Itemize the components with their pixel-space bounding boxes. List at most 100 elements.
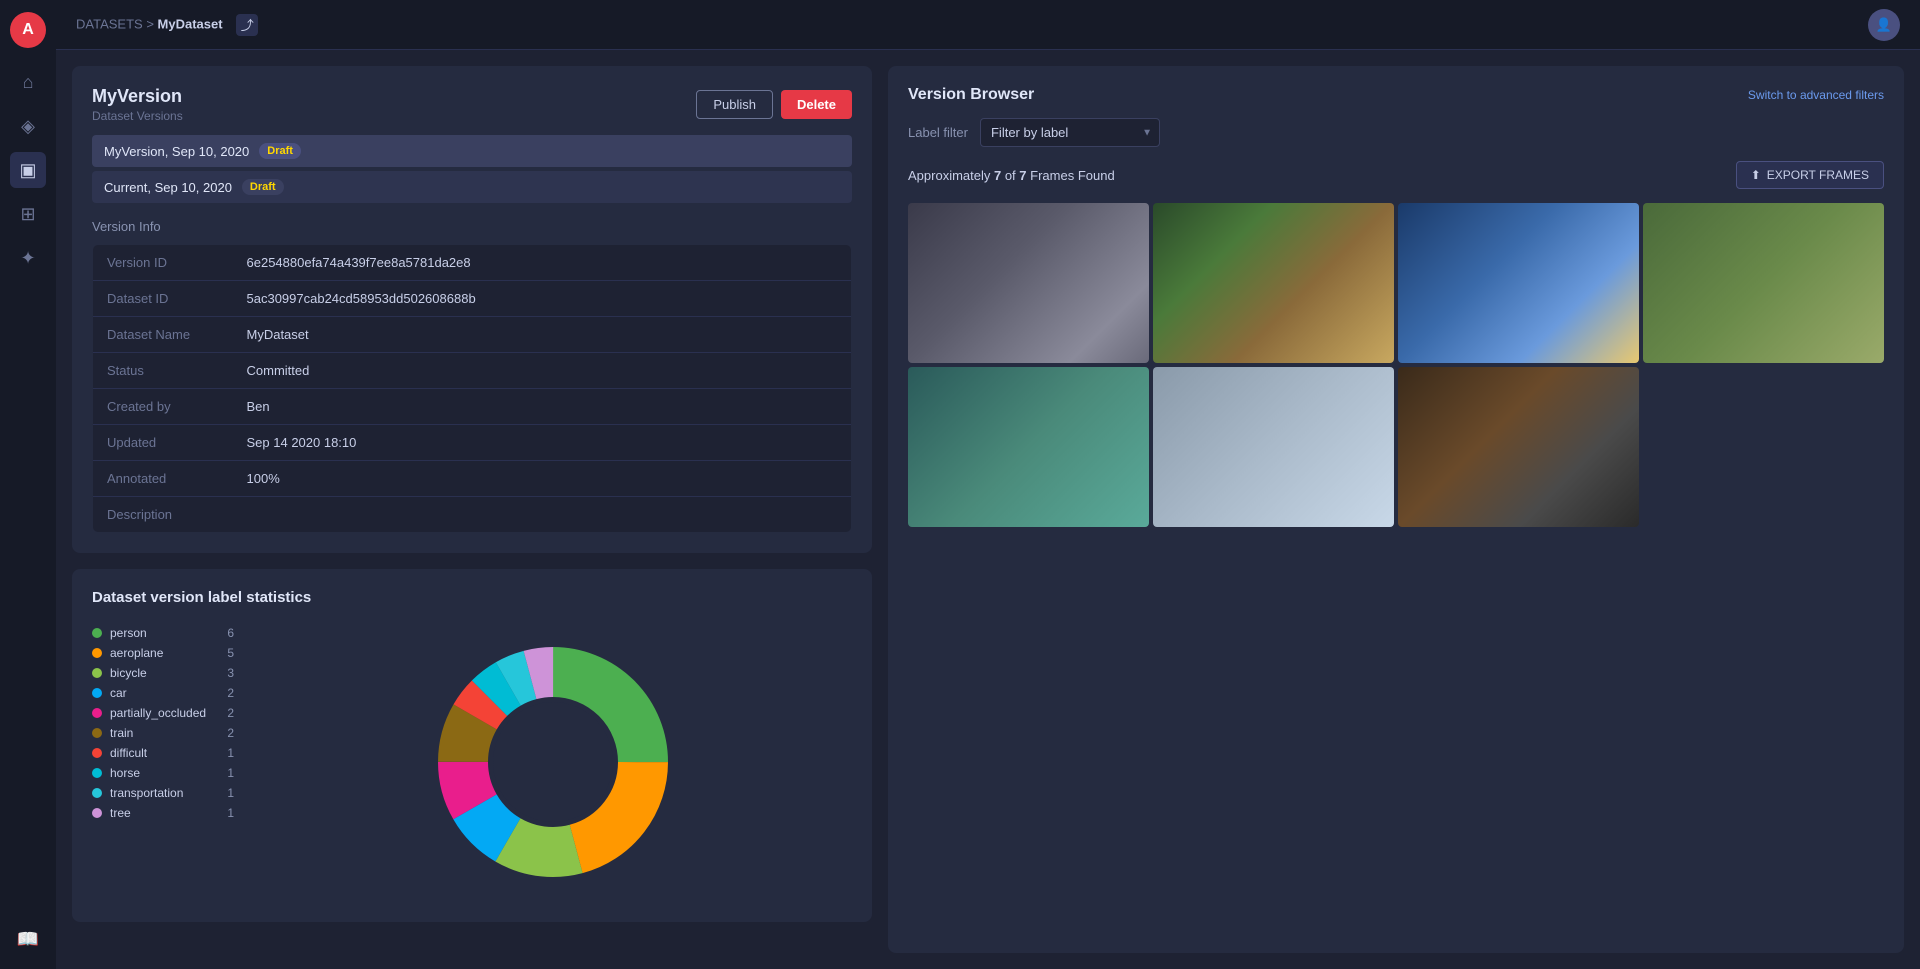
info-label-annotated: Annotated <box>93 461 233 497</box>
info-value-annotated: 100% <box>233 461 852 497</box>
legend-item-difficult: difficult 1 <box>92 746 234 760</box>
legend-count-difficult: 1 <box>214 746 234 760</box>
app-logo[interactable]: A <box>10 12 46 48</box>
legend-count-person: 6 <box>214 626 234 640</box>
info-row-updated: Updated Sep 14 2020 18:10 <box>93 425 852 461</box>
breadcrumb-separator: > <box>146 16 157 31</box>
legend-label-horse: horse <box>110 766 206 780</box>
legend-label-aeroplane: aeroplane <box>110 646 206 660</box>
image-cell-6[interactable] <box>1398 367 1639 527</box>
breadcrumb-datasets[interactable]: DATASETS <box>76 16 143 31</box>
donut-chart-container <box>254 622 852 902</box>
legend-label-difficult: difficult <box>110 746 206 760</box>
legend-dot-bicycle <box>92 668 102 678</box>
legend-label-transportation: transportation <box>110 786 206 800</box>
legend-count-car: 2 <box>214 686 234 700</box>
info-row-dataset-id: Dataset ID 5ac30997cab24cd58953dd5026086… <box>93 281 852 317</box>
topbar-right: 👤 <box>1868 9 1900 41</box>
legend-label-tree: tree <box>110 806 206 820</box>
info-label-description: Description <box>93 497 233 533</box>
version-list: MyVersion, Sep 10, 2020 Draft Current, S… <box>92 135 852 203</box>
sidebar-item-docs[interactable]: 📖 <box>10 921 46 957</box>
info-value-created-by: Ben <box>233 389 852 425</box>
info-value-updated: Sep 14 2020 18:10 <box>233 425 852 461</box>
sidebar-item-settings[interactable]: ✦ <box>10 240 46 276</box>
version-title: MyVersion <box>92 86 183 107</box>
export-label: EXPORT FRAMES <box>1767 168 1869 182</box>
info-value-dataset-id: 5ac30997cab24cd58953dd502608688b <box>233 281 852 317</box>
frames-info-row: Approximately 7 of 7 Frames Found ⬆ EXPO… <box>908 161 1884 189</box>
image-cell-5[interactable] <box>1153 367 1394 527</box>
label-filter-label: Label filter <box>908 125 968 140</box>
switch-filters-link[interactable]: Switch to advanced filters <box>1748 88 1884 102</box>
legend-item-train: train 2 <box>92 726 234 740</box>
main-content: DATASETS > MyDataset ⤴ 👤 MyVersion Datas… <box>56 0 1920 969</box>
image-cell-2[interactable] <box>1398 203 1639 363</box>
legend-count-transportation: 1 <box>214 786 234 800</box>
body: MyVersion Dataset Versions Publish Delet… <box>56 50 1920 969</box>
version-row-1[interactable]: Current, Sep 10, 2020 Draft <box>92 171 852 203</box>
version-card-title-area: MyVersion Dataset Versions <box>92 86 183 123</box>
frames-total: 7 <box>1019 168 1026 183</box>
version-actions: Publish Delete <box>696 90 852 119</box>
info-label-status: Status <box>93 353 233 389</box>
legend-label-partially-occluded: partially_occluded <box>110 706 206 720</box>
sidebar-item-projects[interactable]: ◈ <box>10 108 46 144</box>
label-filter-select[interactable]: Filter by label <box>980 118 1160 147</box>
label-filter-wrapper: Filter by label <box>980 118 1160 147</box>
info-value-description <box>233 497 852 533</box>
export-frames-button[interactable]: ⬆ EXPORT FRAMES <box>1736 161 1884 189</box>
sidebar-item-datasets[interactable]: ▣ <box>10 152 46 188</box>
legend-item-partially-occluded: partially_occluded 2 <box>92 706 234 720</box>
publish-button[interactable]: Publish <box>696 90 773 119</box>
info-row-dataset-name: Dataset Name MyDataset <box>93 317 852 353</box>
version-row-0[interactable]: MyVersion, Sep 10, 2020 Draft <box>92 135 852 167</box>
legend-count-bicycle: 3 <box>214 666 234 680</box>
frames-count: 7 <box>994 168 1001 183</box>
share-button[interactable]: ⤴ <box>236 14 258 36</box>
info-label-version-id: Version ID <box>93 245 233 281</box>
image-cell-1[interactable] <box>1153 203 1394 363</box>
export-icon: ⬆ <box>1751 168 1761 182</box>
stats-body: person 6 aeroplane 5 bicycle 3 <box>92 622 852 902</box>
info-row-annotated: Annotated 100% <box>93 461 852 497</box>
legend-dot-aeroplane <box>92 648 102 658</box>
legend-item-transportation: transportation 1 <box>92 786 234 800</box>
right-panel: Version Browser Switch to advanced filte… <box>888 66 1904 953</box>
image-cell-4[interactable] <box>908 367 1149 527</box>
sidebar-item-home[interactable]: ⌂ <box>10 64 46 100</box>
image-cell-7 <box>1643 367 1884 527</box>
legend-dot-person <box>92 628 102 638</box>
legend-count-aeroplane: 5 <box>214 646 234 660</box>
avatar[interactable]: 👤 <box>1868 9 1900 41</box>
breadcrumb: DATASETS > MyDataset ⤴ <box>76 14 258 36</box>
breadcrumb-dataset[interactable]: MyDataset <box>158 16 223 31</box>
version-badge-1: Draft <box>242 179 284 195</box>
info-value-dataset-name: MyDataset <box>233 317 852 353</box>
info-label-created-by: Created by <box>93 389 233 425</box>
legend-list: person 6 aeroplane 5 bicycle 3 <box>92 626 234 902</box>
version-browser-title: Version Browser <box>908 86 1034 104</box>
info-label-dataset-name: Dataset Name <box>93 317 233 353</box>
sidebar-item-experiments[interactable]: ⊞ <box>10 196 46 232</box>
legend-dot-train <box>92 728 102 738</box>
info-row-version-id: Version ID 6e254880efa74a439f7ee8a5781da… <box>93 245 852 281</box>
info-row-created-by: Created by Ben <box>93 389 852 425</box>
legend-item-bicycle: bicycle 3 <box>92 666 234 680</box>
info-row-description: Description <box>93 497 852 533</box>
legend-item-horse: horse 1 <box>92 766 234 780</box>
legend-count-partially-occluded: 2 <box>214 706 234 720</box>
legend-label-bicycle: bicycle <box>110 666 206 680</box>
frames-found-text: Approximately 7 of 7 Frames Found <box>908 168 1115 183</box>
legend-dot-transportation <box>92 788 102 798</box>
topbar: DATASETS > MyDataset ⤴ 👤 <box>56 0 1920 50</box>
image-cell-3[interactable] <box>1643 203 1884 363</box>
image-cell-0[interactable] <box>908 203 1149 363</box>
version-name-0: MyVersion, Sep 10, 2020 <box>104 144 249 159</box>
legend-item-person: person 6 <box>92 626 234 640</box>
legend-count-tree: 1 <box>214 806 234 820</box>
legend-count-horse: 1 <box>214 766 234 780</box>
delete-button[interactable]: Delete <box>781 90 852 119</box>
donut-chart <box>413 622 693 902</box>
legend-item-tree: tree 1 <box>92 806 234 820</box>
